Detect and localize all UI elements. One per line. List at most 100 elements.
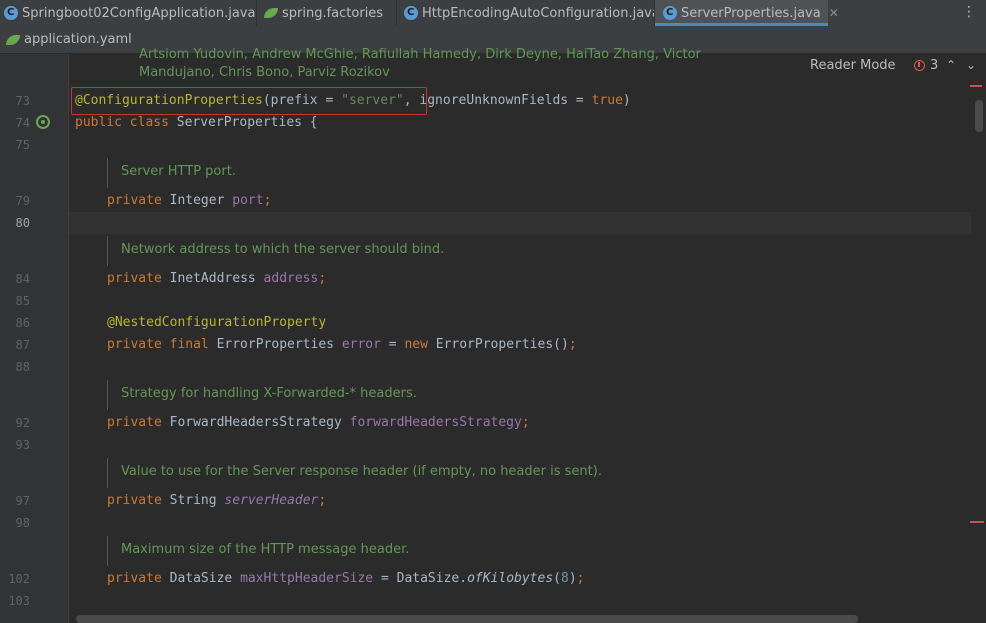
spring-class-icon xyxy=(4,6,18,20)
semicolon: ; xyxy=(576,571,585,586)
keyword: true xyxy=(591,93,623,108)
type: ErrorProperties xyxy=(216,337,342,352)
code-line-97[interactable]: private String serverHeader; xyxy=(107,490,326,512)
line-number-gutter: 73 74 75 79 80 84 85 86 87 88 92 93 97 9… xyxy=(0,54,68,623)
code-text: = DataSize. xyxy=(373,571,468,586)
code-text: ) xyxy=(622,93,631,108)
keyword: private xyxy=(107,271,170,286)
reader-mode-toggle[interactable]: Reader Mode xyxy=(810,58,896,73)
yaml-icon xyxy=(6,34,20,45)
tab-separator xyxy=(396,0,397,26)
annotation: @NestedConfigurationProperty xyxy=(107,315,327,330)
spring-factories-icon xyxy=(264,8,278,18)
line-number: 102 xyxy=(8,572,30,586)
error-icon xyxy=(914,60,925,71)
tab-httpencodingautoconfiguration[interactable]: HttpEncodingAutoConfiguration.java xyxy=(404,0,660,26)
line-number: 97 xyxy=(15,494,30,508)
code-line-74[interactable]: public class ServerProperties { xyxy=(75,112,318,134)
horizontal-scrollbar[interactable] xyxy=(76,615,858,623)
code-text: , ignoreUnknownFields = xyxy=(403,93,592,108)
field: maxHttpHeaderSize xyxy=(240,571,374,586)
line-number: 85 xyxy=(15,294,30,308)
tab-springboot02configapplication[interactable]: Springboot02ConfigApplication.java xyxy=(4,0,255,26)
keyword: private xyxy=(107,571,170,586)
doc-comment-forwarded: Strategy for handling X-Forwarded-* head… xyxy=(107,380,417,410)
line-number: 75 xyxy=(15,138,30,152)
line-number: 80 xyxy=(15,216,30,230)
semicolon: ; xyxy=(263,193,272,208)
tab-label: ServerProperties.java xyxy=(681,5,821,21)
next-highlight-icon[interactable]: ⌄ xyxy=(966,58,976,72)
class-icon xyxy=(663,6,677,20)
doc-comment-port: Server HTTP port. xyxy=(107,158,236,188)
field: address xyxy=(263,271,319,286)
tab-label: HttpEncodingAutoConfiguration.java xyxy=(422,5,660,21)
doc-comment-max-header: Maximum size of the HTTP message header. xyxy=(107,536,409,566)
field: serverHeader xyxy=(224,493,319,508)
more-options-icon[interactable]: ⋮ xyxy=(962,4,976,20)
line-number: 92 xyxy=(15,416,30,430)
tab-separator xyxy=(256,0,257,26)
error-count: 3 xyxy=(930,58,939,73)
code-text: ServerProperties { xyxy=(176,115,318,130)
error-stripe-marker[interactable] xyxy=(970,85,982,87)
semicolon: ; xyxy=(568,337,577,352)
semicolon: ; xyxy=(521,415,530,430)
field: forwardHeadersStrategy xyxy=(349,415,522,430)
type: Integer xyxy=(169,193,233,208)
tab-label: spring.factories xyxy=(282,5,384,21)
vertical-scrollbar[interactable] xyxy=(975,100,983,132)
error-indicator[interactable]: 3 xyxy=(914,58,938,73)
doc-comment-server-header: Value to use for the Server response hea… xyxy=(107,458,602,488)
method-call: ofKilobytes xyxy=(467,571,554,586)
code-line-102[interactable]: private DataSize maxHttpHeaderSize = Dat… xyxy=(107,568,584,590)
line-number: 84 xyxy=(15,272,30,286)
line-number: 87 xyxy=(15,338,30,352)
error-stripe-marker[interactable] xyxy=(970,521,984,523)
tab-spring-factories[interactable]: spring.factories xyxy=(264,0,383,26)
line-number: 73 xyxy=(15,94,30,108)
type: InetAddress xyxy=(169,271,264,286)
line-number: 98 xyxy=(15,516,30,530)
tab-label: application.yaml xyxy=(24,32,132,47)
keyword: private final xyxy=(107,337,217,352)
semicolon: ; xyxy=(318,493,327,508)
authors-doc-line: Artsiom Yudovin, Andrew McGhie, Rafiulla… xyxy=(139,47,701,62)
line-number: 93 xyxy=(15,438,30,452)
code-line-79[interactable]: private Integer port; xyxy=(107,190,271,212)
code-line-86[interactable]: @NestedConfigurationProperty xyxy=(107,312,326,334)
type: ForwardHeadersStrategy xyxy=(169,415,350,430)
semicolon: ; xyxy=(318,271,327,286)
tab-serverproperties[interactable]: ServerProperties.java ✕ xyxy=(655,0,839,26)
code-line-92[interactable]: private ForwardHeadersStrategy forwardHe… xyxy=(107,412,530,434)
previous-highlight-icon[interactable]: ⌃ xyxy=(946,58,956,72)
code-text: ErrorProperties() xyxy=(435,337,569,352)
tab-application-yaml[interactable]: application.yaml xyxy=(6,26,132,53)
keyword: public class xyxy=(75,115,177,130)
type: DataSize xyxy=(169,571,241,586)
current-line-highlight xyxy=(69,212,971,234)
code-text: = xyxy=(380,337,405,352)
keyword: private xyxy=(107,193,170,208)
code-line-84[interactable]: private InetAddress address; xyxy=(107,268,326,290)
code-text: ( xyxy=(553,571,561,586)
highlight-box xyxy=(71,87,427,115)
close-tab-icon[interactable]: ✕ xyxy=(829,6,839,20)
number-literal: 8 xyxy=(560,571,569,586)
spring-bean-gutter-icon[interactable] xyxy=(36,115,50,129)
gutter-divider xyxy=(68,54,69,623)
line-number: 103 xyxy=(8,594,30,608)
line-number: 86 xyxy=(15,316,30,330)
field: error xyxy=(341,337,381,352)
code-line-87[interactable]: private final ErrorProperties error = ne… xyxy=(107,334,577,356)
editor-tab-bar: Springboot02ConfigApplication.java sprin… xyxy=(0,0,986,27)
doc-comment-address: Network address to which the server shou… xyxy=(107,236,444,266)
code-text: ) xyxy=(568,571,577,586)
tab-label: Springboot02ConfigApplication.java xyxy=(22,5,256,21)
field: port xyxy=(232,193,264,208)
line-number: 88 xyxy=(15,360,30,374)
class-icon xyxy=(404,6,418,20)
line-number: 74 xyxy=(15,116,30,130)
authors-doc-line: Mandujano, Chris Bono, Parviz Rozikov xyxy=(139,65,390,80)
line-number: 79 xyxy=(15,194,30,208)
